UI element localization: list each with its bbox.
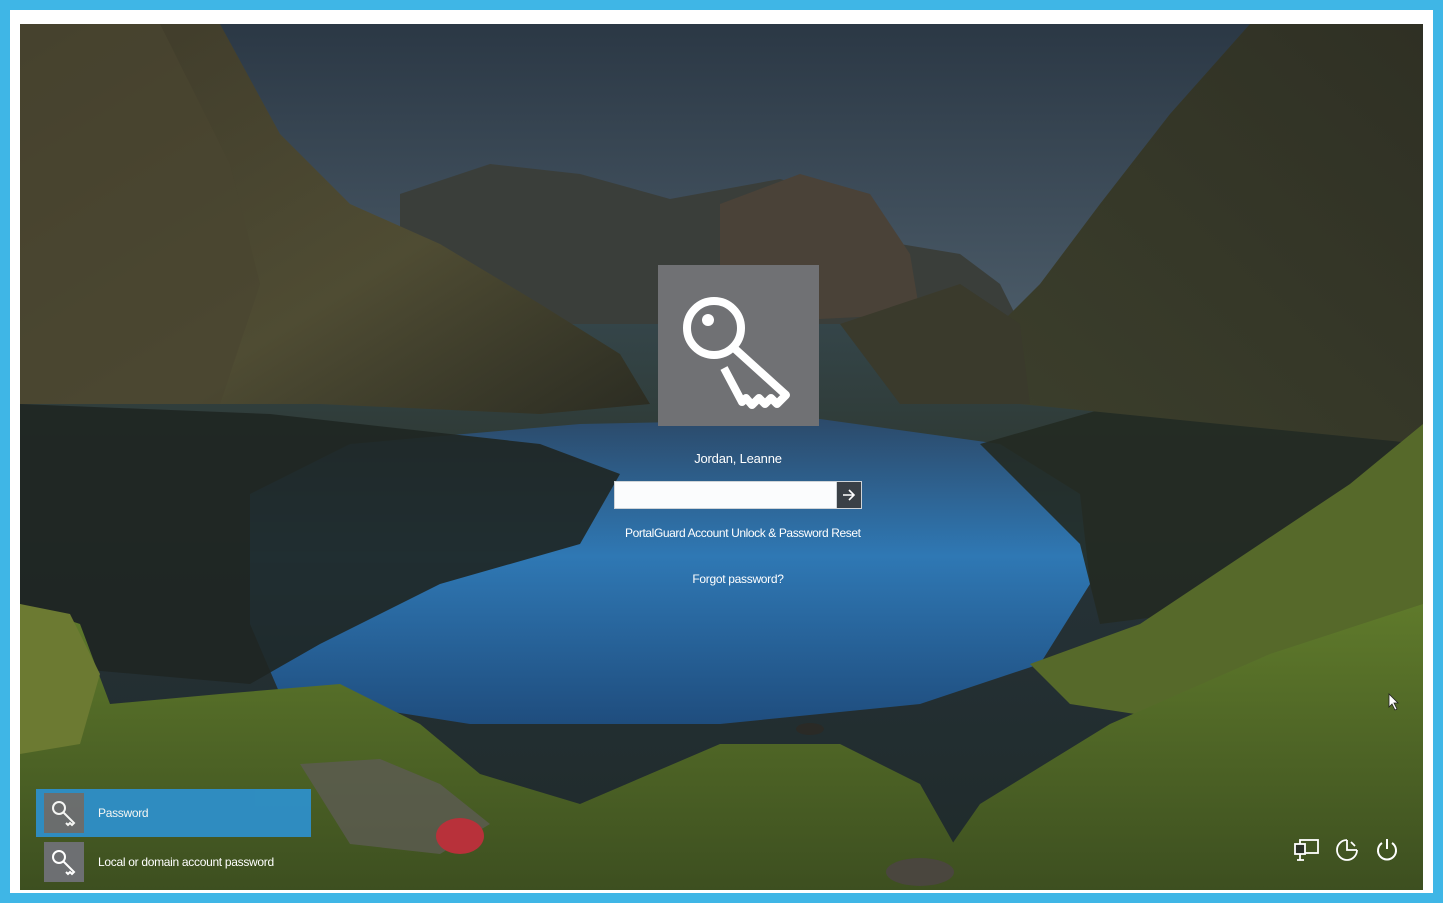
key-icon (44, 842, 84, 882)
key-icon (44, 793, 84, 833)
user-name: Jordan, Leanne (694, 451, 782, 466)
password-input[interactable] (614, 481, 837, 509)
signin-option-label: Local or domain account password (98, 855, 274, 869)
network-icon[interactable] (1293, 836, 1321, 864)
key-icon (683, 297, 790, 409)
password-box (614, 481, 862, 509)
signin-option-password[interactable]: Password (36, 789, 311, 837)
forgot-password-link[interactable]: Forgot password? (620, 572, 856, 586)
signin-option-local-domain[interactable]: Local or domain account password (36, 838, 336, 886)
ease-of-access-icon[interactable] (1333, 836, 1361, 864)
portalguard-unlock-link[interactable]: PortalGuard Account Unlock & Password Re… (625, 525, 865, 542)
submit-button[interactable] (836, 481, 862, 509)
lock-screen: Jordan, Leanne PortalGuard Account Unloc… (20, 24, 1423, 890)
power-icon[interactable] (1373, 836, 1401, 864)
user-avatar (658, 265, 819, 426)
system-buttons (1293, 836, 1401, 864)
signin-option-label: Password (98, 806, 149, 820)
arrow-right-icon (843, 489, 856, 501)
mouse-cursor-icon (1388, 693, 1399, 711)
